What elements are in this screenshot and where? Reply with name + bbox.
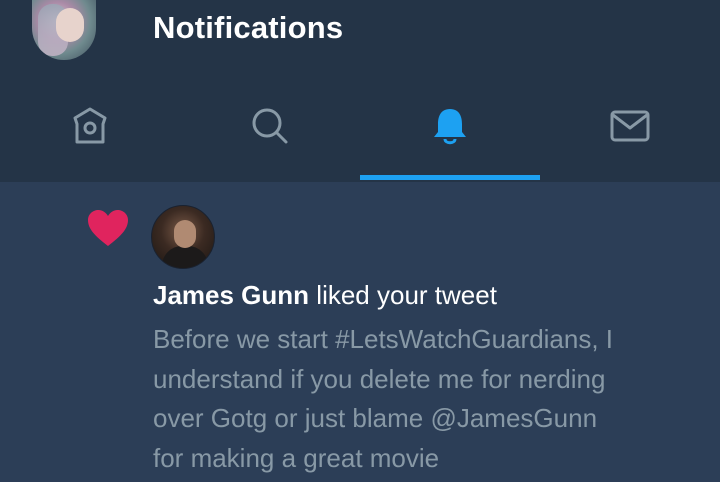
search-icon [252,108,288,144]
tweet-line: over Gotg or just blame @JamesGunn [153,403,598,433]
home-icon [73,107,107,144]
tweet-line: Before we start #LetsWatchGuardians, I [153,324,614,354]
tab-home[interactable] [0,96,180,156]
actor-avatar[interactable] [151,205,215,269]
liked-tweet-text[interactable]: Before we start #LetsWatchGuardians, I u… [153,320,713,478]
tab-messages[interactable] [540,96,720,156]
notification-headline: James Gunn liked your tweet [153,280,497,311]
avatar-face [56,8,84,42]
bell-icon [434,109,466,145]
tab-notifications[interactable] [360,96,540,156]
profile-avatar[interactable] [32,0,96,60]
tweet-line: for making a great movie [153,442,440,473]
tab-search[interactable] [180,96,360,156]
avatar-face [174,220,196,248]
heart-icon [87,209,129,252]
page-title: Notifications [153,10,344,45]
avatar-body [162,246,208,268]
actor-name[interactable]: James Gunn [153,280,309,310]
active-tab-indicator [360,175,540,180]
mail-icon [610,110,650,142]
top-app-bar: Notifications [0,0,720,182]
action-text: liked your tweet [309,280,497,310]
tweet-line: understand if you delete me for nerding [153,363,606,394]
